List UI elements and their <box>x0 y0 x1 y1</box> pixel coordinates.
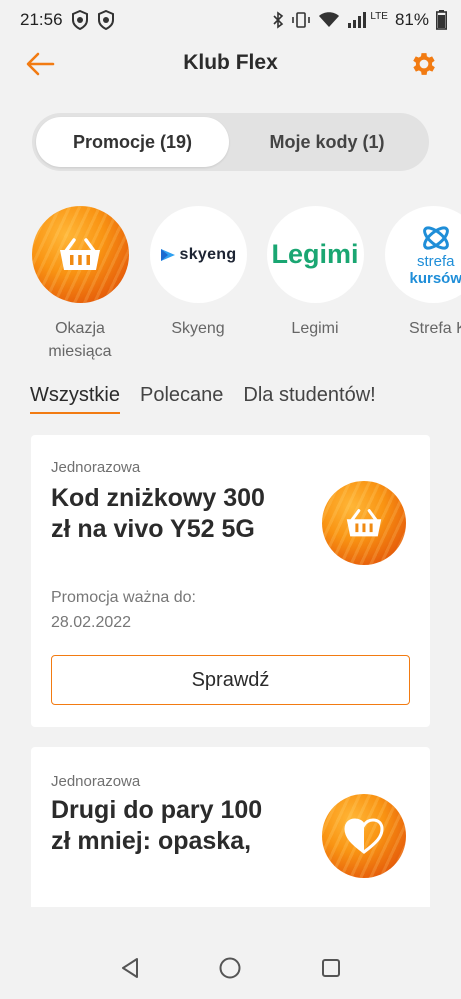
brand-carousel: Okazja miesiąca skyeng Skyeng Legimi Leg… <box>0 206 461 366</box>
nav-back-button[interactable] <box>110 948 150 988</box>
brand-logo: skyeng <box>149 206 247 303</box>
legimi-logo-text: Legimi <box>271 239 359 269</box>
category-dla-studentow[interactable]: Dla studentów! <box>243 384 375 424</box>
offer-type: Jednorazowa <box>51 773 141 790</box>
square-recents-icon <box>321 959 340 977</box>
tab-moje-kody[interactable]: Moje kody (1) <box>229 117 425 167</box>
skyeng-logo-text: skyeng <box>179 245 237 263</box>
offer-title: Drugi do pary 100 zł mniej: opaska, <box>51 796 263 855</box>
app-bar: Klub Flex <box>0 40 461 88</box>
brand-label: Okazja miesiąca <box>48 320 112 360</box>
brand-logo: strefa kursów <box>384 206 461 303</box>
skyeng-play-icon <box>160 248 175 261</box>
heart-icon <box>344 818 384 854</box>
brand-logo <box>31 206 129 303</box>
bluetooth-icon <box>273 11 284 29</box>
offer-valid-date: 28.02.2022 <box>51 614 132 631</box>
brand-legimi[interactable]: Legimi Legimi <box>265 206 365 340</box>
wifi-icon <box>319 12 340 27</box>
offer-icon <box>322 794 406 878</box>
shield-icon <box>71 10 88 30</box>
status-bar: 21:56 LTE 81% <box>0 0 461 40</box>
brand-logo: Legimi <box>266 206 364 303</box>
category-wszystkie[interactable]: Wszystkie <box>30 384 120 414</box>
brand-label: Skyeng <box>171 320 225 337</box>
battery-icon <box>436 10 447 30</box>
strefa-logo-icon <box>422 225 449 250</box>
signal-icon <box>348 12 367 28</box>
brand-okazja-miesiaca[interactable]: Okazja miesiąca <box>30 206 130 363</box>
shield-icon <box>97 10 114 30</box>
tab-switcher: Promocje (19) Moje kody (1) <box>32 113 429 171</box>
offer-type: Jednorazowa <box>51 459 141 476</box>
offer-title: Kod zniżkowy 300 zł na vivo Y52 5G <box>51 484 265 543</box>
brand-label: Legimi <box>291 320 339 337</box>
category-polecane[interactable]: Polecane <box>140 384 223 424</box>
circle-home-icon <box>219 957 241 979</box>
brand-skyeng[interactable]: skyeng Skyeng <box>148 206 248 340</box>
kursow-logo-text: kursów <box>409 269 461 287</box>
vibrate-icon <box>292 12 311 28</box>
nav-home-button[interactable] <box>210 948 250 988</box>
tab-promocje[interactable]: Promocje (19) <box>36 117 229 167</box>
triangle-back-icon <box>122 958 139 978</box>
brand-strefa-kursow[interactable]: strefa kursów Strefa Kursów <box>383 206 461 340</box>
offer-icon <box>322 481 406 565</box>
category-tabs: Wszystkie Polecane Dla studentów! <box>30 384 461 424</box>
network-type: LTE <box>370 10 388 22</box>
system-nav-bar <box>0 937 461 999</box>
basket-icon <box>346 508 382 536</box>
nav-recents-button[interactable] <box>311 948 351 988</box>
battery-percent: 81% <box>394 10 429 29</box>
offer-card[interactable]: Jednorazowa Kod zniżkowy 300 zł na vivo … <box>31 435 430 727</box>
offer-valid-label: Promocja ważna do: <box>51 589 196 606</box>
basket-icon <box>60 237 100 270</box>
brand-label: Strefa Kursów <box>409 320 461 337</box>
offer-card[interactable]: Jednorazowa Drugi do pary 100 zł mniej: … <box>31 747 430 907</box>
status-time: 21:56 <box>20 10 63 29</box>
check-offer-button[interactable]: Sprawdź <box>51 655 410 705</box>
page-title: Klub Flex <box>183 51 278 74</box>
gear-icon[interactable] <box>409 49 439 79</box>
strefa-logo-text: strefa <box>417 252 455 270</box>
